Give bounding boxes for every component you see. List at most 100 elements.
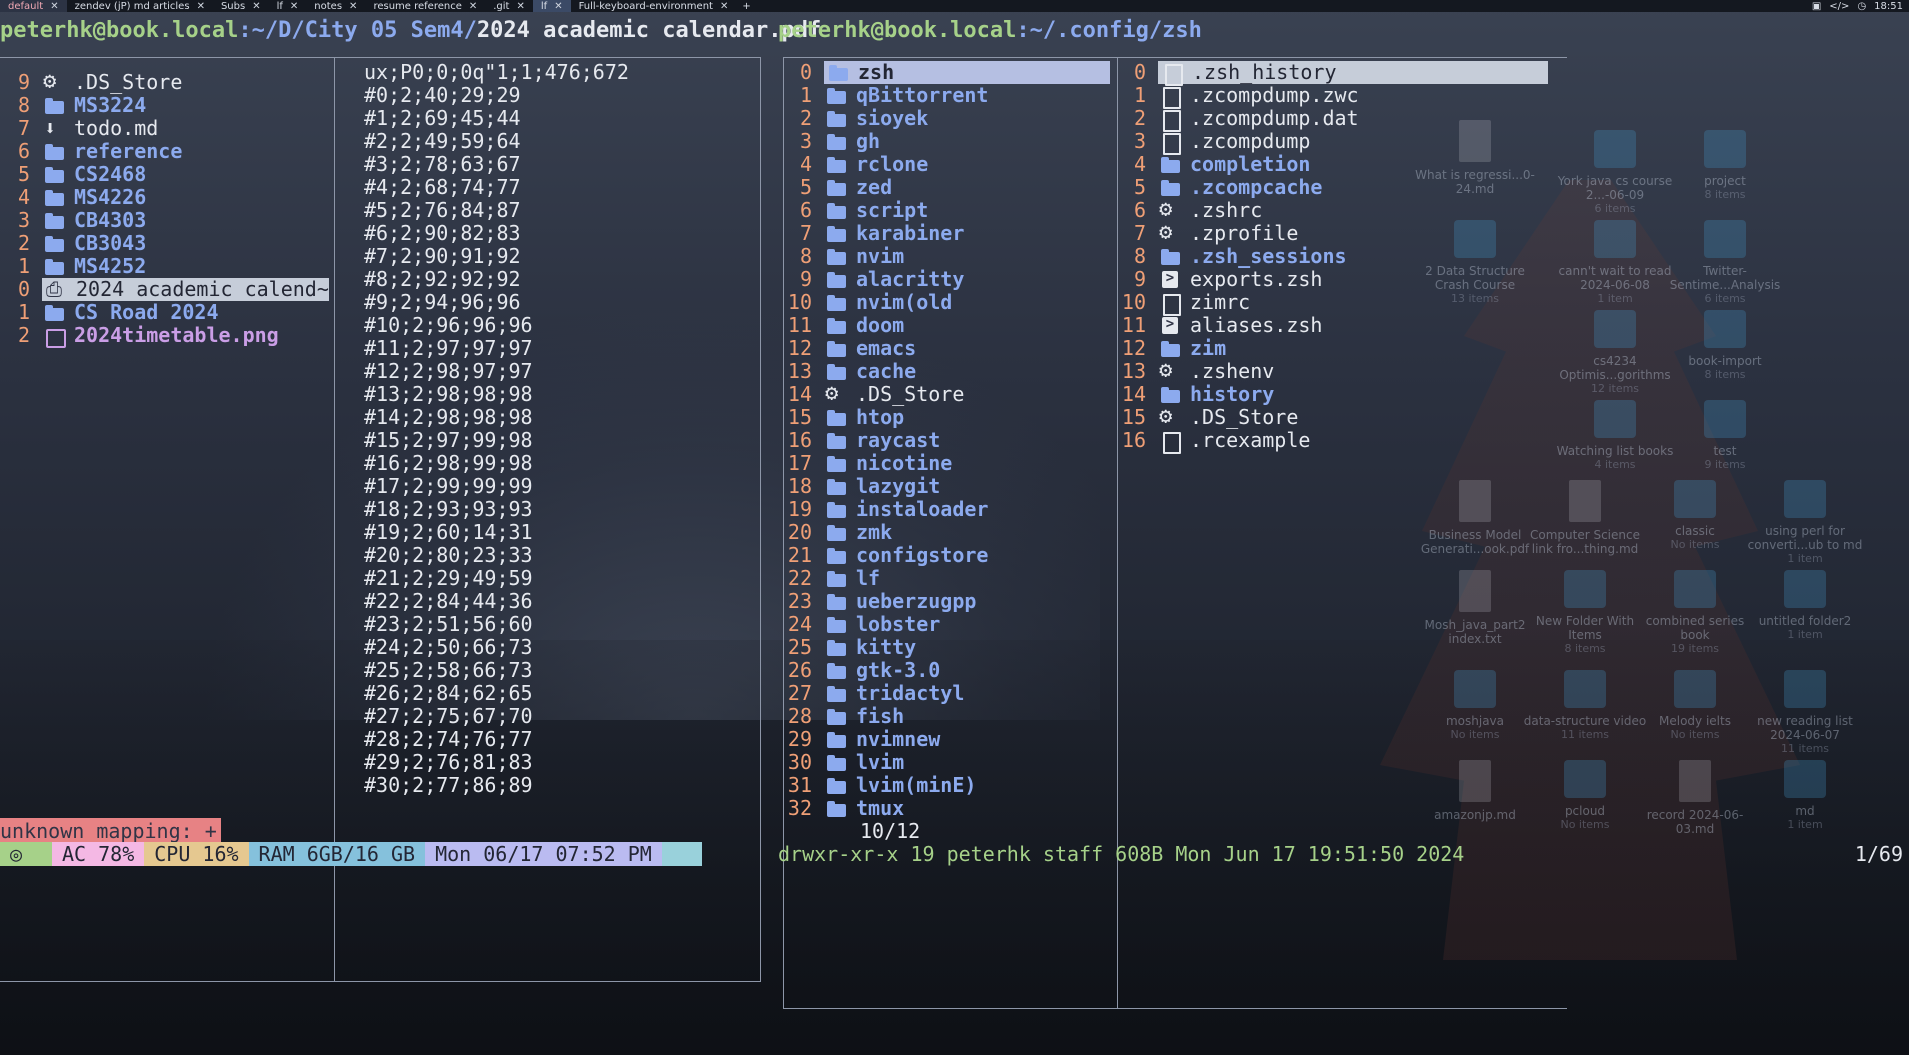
desktop-item[interactable]: md 1 item <box>1740 760 1870 831</box>
list-item[interactable]: 13 cache <box>784 360 916 383</box>
close-icon[interactable]: ✕ <box>349 1 357 12</box>
list-item[interactable]: 11 aliases.zsh <box>1118 314 1323 337</box>
tab-lf[interactable]: lf ✕ <box>269 0 307 12</box>
list-item[interactable]: 3 CB4303 <box>0 209 330 232</box>
tab-resume-reference[interactable]: resume reference ✕ <box>365 0 485 12</box>
list-item[interactable]: 6 .zshrc <box>1118 198 1262 222</box>
close-icon[interactable]: ✕ <box>469 1 477 12</box>
list-item[interactable]: 1 qBittorrent <box>784 84 989 107</box>
list-item[interactable]: 24 lobster <box>784 613 940 636</box>
desktop-item[interactable]: Twitter-Sentime...Analysis 6 items <box>1660 220 1790 305</box>
list-item[interactable]: 22 lf <box>784 567 880 590</box>
desktop-item[interactable]: test 9 items <box>1660 400 1790 471</box>
list-item[interactable]: 5 CS2468 <box>0 163 330 186</box>
list-item[interactable]: 16 .rcexample <box>1118 429 1310 454</box>
list-item[interactable]: 1 CS Road 2024 <box>0 301 330 324</box>
list-item[interactable]: 12 emacs <box>784 337 916 360</box>
line-number: 10 <box>1121 290 1146 314</box>
tab-lf-current[interactable]: lf ✕ <box>532 0 571 12</box>
list-item[interactable]: 6 script <box>784 199 928 222</box>
doc-icon <box>1158 431 1184 454</box>
list-item[interactable]: 1 .zcompdump.zwc <box>1118 84 1359 109</box>
list-item[interactable]: 4 rclone <box>784 153 928 176</box>
list-item[interactable]: 12 zim <box>1118 337 1226 360</box>
tab-zendev[interactable]: zendev (jP) md articles ✕ <box>67 0 213 12</box>
list-item[interactable]: 8 nvim <box>784 245 904 268</box>
list-item[interactable]: 4 completion <box>1118 153 1310 176</box>
list-item[interactable]: 26 gtk-3.0 <box>784 659 940 682</box>
list-item[interactable]: 2 2024timetable.png <box>0 324 330 348</box>
list-item[interactable]: 4 MS4226 <box>0 186 330 209</box>
list-item[interactable]: 19 instaloader <box>784 498 989 521</box>
close-icon[interactable]: ✕ <box>290 1 298 12</box>
line-number: 2 <box>17 231 30 255</box>
list-item[interactable]: 32 tmux <box>784 797 904 820</box>
list-item[interactable]: 31 lvim(minE) <box>784 774 977 797</box>
file-name: .zprofile <box>1190 221 1299 245</box>
list-item[interactable]: 27 tridactyl <box>784 682 964 705</box>
list-item[interactable]: 14 history <box>1118 383 1274 406</box>
desktop-item[interactable]: using perl for converti...ub to md 1 item <box>1740 480 1870 565</box>
list-item[interactable]: 7 karabiner <box>784 222 964 245</box>
desktop-item[interactable]: project 8 items <box>1660 130 1790 201</box>
list-item[interactable]: 23 ueberzugpp <box>784 590 977 613</box>
list-item[interactable]: 0 2024 academic calend~ <box>0 278 330 301</box>
close-icon[interactable]: ✕ <box>252 1 260 12</box>
list-item[interactable]: 20 zmk <box>784 521 892 544</box>
list-item[interactable]: 10 zimrc <box>1118 290 1250 316</box>
list-item[interactable]: 3 .zcompdump <box>1118 130 1310 155</box>
line-number: 17 <box>787 451 812 475</box>
title-path: :~/.config/zsh <box>1016 18 1202 43</box>
desktop-item[interactable]: book-import 8 items <box>1660 310 1790 381</box>
list-item[interactable]: 2 sioyek <box>784 107 928 130</box>
list-item[interactable]: 13 .zshenv <box>1118 359 1274 383</box>
list-item[interactable]: 14 .DS_Store <box>784 382 964 406</box>
list-item[interactable]: 5 zed <box>784 176 892 199</box>
list-item[interactable]: 6 reference <box>0 140 330 163</box>
tab-default[interactable]: default ✕ <box>0 0 67 12</box>
list-item[interactable]: 7 todo.md <box>0 117 330 140</box>
list-item[interactable]: 15 .DS_Store <box>1118 405 1298 429</box>
list-item[interactable]: 8 MS3224 <box>0 94 330 117</box>
list-item[interactable]: 18 lazygit <box>784 475 940 498</box>
dir-name: htop <box>856 405 905 429</box>
close-icon[interactable]: ✕ <box>720 1 728 12</box>
list-item[interactable]: 15 htop <box>784 406 904 429</box>
list-item[interactable]: 16 raycast <box>784 429 940 452</box>
new-tab-button[interactable]: + <box>736 1 756 12</box>
tab-full-keyboard[interactable]: Full-keyboard-environment ✕ <box>571 0 737 12</box>
list-item[interactable]: 21 configstore <box>784 544 989 567</box>
tab-git[interactable]: .git ✕ <box>485 0 533 12</box>
tab-notes[interactable]: notes ✕ <box>306 0 365 12</box>
close-icon[interactable]: ✕ <box>516 1 524 12</box>
list-item[interactable]: 3 gh <box>784 130 880 153</box>
title-path: :~/D/City 05 Sem4/ <box>238 18 477 43</box>
list-item[interactable]: 9 alacritty <box>784 268 964 291</box>
list-item[interactable]: 9 .DS_Store <box>0 70 330 94</box>
list-item[interactable]: 10 nvim(old <box>784 291 952 314</box>
list-item[interactable]: 0 .zsh_history <box>1118 61 1548 86</box>
list-item[interactable]: 9 exports.zsh <box>1118 268 1323 291</box>
desktop-item[interactable]: untitled folder2 1 item <box>1740 570 1870 641</box>
list-item[interactable]: 2 .zcompdump.dat <box>1118 107 1359 132</box>
desktop-item-count: 11 items <box>1780 742 1830 755</box>
list-item[interactable]: 29 nvimnew <box>784 728 940 751</box>
list-item[interactable]: 17 nicotine <box>784 452 952 475</box>
list-item[interactable]: 11 doom <box>784 314 904 337</box>
list-item[interactable]: 7 .zprofile <box>1118 221 1299 245</box>
list-item[interactable]: 0 zsh <box>784 61 1110 84</box>
list-item[interactable]: 30 lvim <box>784 751 904 774</box>
tab-subs[interactable]: Subs ✕ <box>213 0 269 12</box>
list-item[interactable]: 5 .zcompcache <box>1118 176 1323 199</box>
close-icon[interactable]: ✕ <box>197 1 205 12</box>
close-icon[interactable]: ✕ <box>554 1 562 12</box>
list-item[interactable]: 28 fish <box>784 705 904 728</box>
list-item[interactable]: 8 .zsh_sessions <box>1118 245 1347 268</box>
list-item[interactable]: 25 kitty <box>784 636 916 659</box>
list-item[interactable]: 2 CB3043 <box>0 232 330 255</box>
list-item[interactable]: 1 MS4252 <box>0 255 330 278</box>
close-icon[interactable]: ✕ <box>50 1 58 12</box>
desktop-item[interactable]: new reading list 2024-06-07 11 items <box>1740 670 1870 755</box>
line-number: 0 <box>17 277 30 301</box>
folder-icon <box>824 638 850 658</box>
